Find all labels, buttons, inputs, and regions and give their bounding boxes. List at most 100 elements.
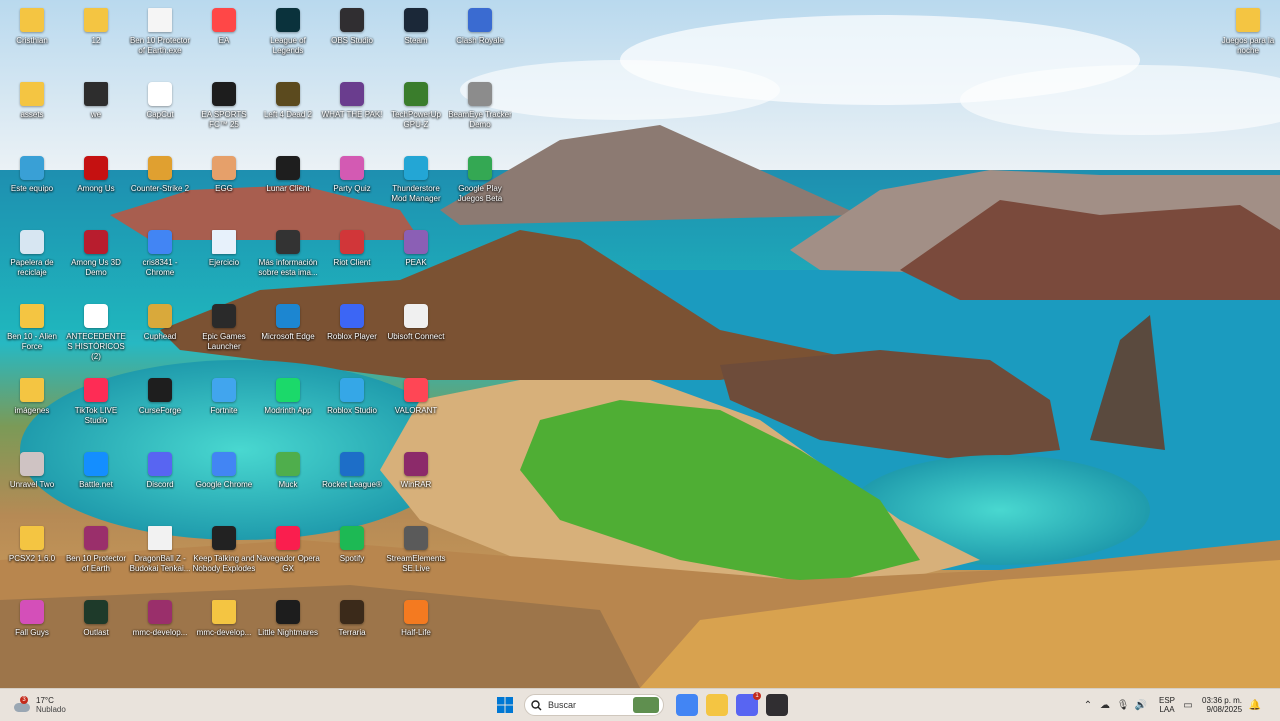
desktop-icon[interactable]: 12	[64, 2, 128, 76]
desktop-icon[interactable]: Clash Royale	[448, 2, 512, 76]
desktop-icon[interactable]: TechPowerUp GPU-Z	[384, 76, 448, 150]
volume-icon[interactable]: 🔊	[1132, 700, 1150, 711]
desktop-icon[interactable]: Party Quiz	[320, 150, 384, 224]
desktop-icon-label: EA	[218, 36, 230, 45]
desktop-icon[interactable]: Ejercicio	[192, 224, 256, 298]
capcut-icon	[148, 82, 172, 106]
desktop-icon[interactable]: Juegos para la noche	[1216, 2, 1280, 76]
onedrive-icon[interactable]: ☁	[1096, 700, 1114, 711]
desktop-icon[interactable]: OBS Studio	[320, 2, 384, 76]
desktop-icon[interactable]: Ben 10 - Alien Force	[0, 298, 64, 372]
file-icon	[212, 230, 236, 254]
desktop-icon[interactable]: Epic Games Launcher	[192, 298, 256, 372]
ea-app-icon	[212, 8, 236, 32]
desktop-icon[interactable]: Roblox Player	[320, 298, 384, 372]
desktop-icon-label: EGG	[215, 184, 233, 193]
spotify-icon	[340, 526, 364, 550]
desktop-icon[interactable]: Modrinth App	[256, 372, 320, 446]
desktop-icon[interactable]: Left 4 Dead 2	[256, 76, 320, 150]
desktop-icon[interactable]: mmc-develop...	[192, 594, 256, 668]
party-quiz-icon	[340, 156, 364, 180]
desktop-icon[interactable]: Among Us 3D Demo	[64, 224, 128, 298]
unravel-icon	[20, 452, 44, 476]
discord-icon	[148, 452, 172, 476]
desktop-icon[interactable]: VALORANT	[384, 372, 448, 446]
desktop-icon[interactable]: StreamElements SE.Live	[384, 520, 448, 594]
display-icon[interactable]: ▭	[1180, 700, 1196, 711]
desktop-icon[interactable]: mmc-develop...	[128, 594, 192, 668]
desktop-icon[interactable]: Fall Guys	[0, 594, 64, 668]
desktop-icon[interactable]: assets	[0, 76, 64, 150]
desktop-icon[interactable]: Terraria	[320, 594, 384, 668]
desktop-icon[interactable]: Ben 10 Protector of Earth.exe	[128, 2, 192, 76]
desktop-icon[interactable]: Muck	[256, 446, 320, 520]
desktop-icon[interactable]: CapCut	[128, 76, 192, 150]
desktop-icon[interactable]: EA SPORTS FC™ 25	[192, 76, 256, 150]
desktop-icon[interactable]: EA	[192, 2, 256, 76]
desktop-icon[interactable]: Riot Client	[320, 224, 384, 298]
desktop-icon[interactable]: ANTECEDENTES HISTÓRICOS (2)	[64, 298, 128, 372]
desktop-icon[interactable]: BeamEye Tracker Demo	[448, 76, 512, 150]
desktop-icon[interactable]: Roblox Studio	[320, 372, 384, 446]
desktop-icon[interactable]: imágenes	[0, 372, 64, 446]
desktop-icon[interactable]: Battle.net	[64, 446, 128, 520]
desktop-icon[interactable]: Google Play Juegos Beta	[448, 150, 512, 224]
streamelements-icon	[404, 526, 428, 550]
desktop-icon[interactable]: WinRAR	[384, 446, 448, 520]
desktop-icon[interactable]: Fortnite	[192, 372, 256, 446]
desktop-icon[interactable]: Ben 10 Protector of Earth	[64, 520, 128, 594]
desktop-icon[interactable]: DragonBall Z - Budokai Tenkai...	[128, 520, 192, 594]
desktop-icon[interactable]: Lunar Client	[256, 150, 320, 224]
desktop-icon[interactable]: Microsoft Edge	[256, 298, 320, 372]
steam-icon	[404, 8, 428, 32]
desktop-icon[interactable]: Half-Life	[384, 594, 448, 668]
desktop-icon[interactable]: cris8341 - Chrome	[128, 224, 192, 298]
search-box[interactable]: Buscar	[524, 689, 670, 721]
notification-bell-icon[interactable]: 🔔	[1248, 700, 1262, 711]
desktop-icon[interactable]: Thunderstore Mod Manager	[384, 150, 448, 224]
desktop-icon[interactable]: Papelera de reciclaje	[0, 224, 64, 298]
desktop-icon[interactable]: Counter-Strike 2	[128, 150, 192, 224]
desktop-icon[interactable]: Cristhian	[0, 2, 64, 76]
desktop-icon[interactable]: Unravel Two	[0, 446, 64, 520]
desktop-icon-label: WHAT THE PAK!	[321, 110, 383, 119]
desktop-icon[interactable]: Cuphead	[128, 298, 192, 372]
start-button[interactable]	[496, 689, 518, 721]
desktop-icon[interactable]: PCSX2 1.6.0	[0, 520, 64, 594]
desktop-icon[interactable]: EGG	[192, 150, 256, 224]
desktop-icon[interactable]: Rocket League®	[320, 446, 384, 520]
desktop-icon[interactable]: Este equipo	[0, 150, 64, 224]
taskbar-app-button[interactable]: 1	[736, 692, 761, 716]
desktop-icon[interactable]: Outlast	[64, 594, 128, 668]
desktop-icon[interactable]: Little Nightmares	[256, 594, 320, 668]
taskbar-app-button[interactable]	[706, 694, 728, 716]
desktop-icon[interactable]: Ubisoft Connect	[384, 298, 448, 372]
desktop-icon[interactable]: League of Legends	[256, 2, 320, 76]
desktop-icon[interactable]: WHAT THE PAK!	[320, 76, 384, 150]
desktop-icon[interactable]: Google Chrome	[192, 446, 256, 520]
taskbar-app-button[interactable]	[766, 694, 788, 716]
desktop-icon[interactable]: Navegador Opera GX	[256, 520, 320, 594]
language-indicator[interactable]: ESP LAA	[1154, 696, 1180, 714]
winrar-icon	[148, 600, 172, 624]
desktop-icon[interactable]: TikTok LIVE Studio	[64, 372, 128, 446]
weather-widget[interactable]: 3 17°C Nublado	[12, 689, 92, 721]
chevron-up-icon[interactable]: ⌃	[1080, 700, 1096, 711]
desktop-icon-label: Microsoft Edge	[261, 332, 315, 341]
desktop-icon-label: PEAK	[405, 258, 427, 267]
desktop-icon[interactable]: PEAK	[384, 224, 448, 298]
desktop-icon[interactable]: Keep Talking and Nobody Explodes	[192, 520, 256, 594]
desktop-icon[interactable]: CurseForge	[128, 372, 192, 446]
desktop-icon[interactable]: Among Us	[64, 150, 128, 224]
clock[interactable]: 03:36 p. m. 9/08/2025	[1202, 696, 1242, 714]
microphone-icon[interactable]: 🎙	[1114, 700, 1132, 711]
desktop-icon-label: DragonBall Z - Budokai Tenkai...	[129, 554, 191, 573]
desktop-icon[interactable]: Steam	[384, 2, 448, 76]
desktop-icon[interactable]: Más información sobre esta ima...	[256, 224, 320, 298]
peak-icon	[404, 230, 428, 254]
taskbar-app-button[interactable]	[676, 694, 698, 716]
desktop-icon[interactable]: we	[64, 76, 128, 150]
desktop-icon[interactable]: Discord	[128, 446, 192, 520]
desktop-icon-label: Clash Royale	[456, 36, 504, 45]
desktop-icon[interactable]: Spotify	[320, 520, 384, 594]
